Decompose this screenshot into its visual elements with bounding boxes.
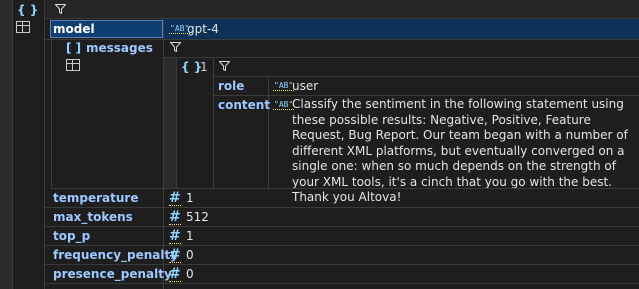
- funnel-filter-icon[interactable]: [55, 4, 66, 14]
- frequency-penalty-value[interactable]: 0: [186, 248, 194, 262]
- role-value[interactable]: user: [292, 79, 318, 93]
- row-divider: [45, 245, 639, 246]
- root-header: [45, 0, 639, 18]
- funnel-filter-icon[interactable]: [170, 42, 181, 52]
- frequency-penalty-key[interactable]: frequency_penalty: [53, 248, 178, 262]
- row-divider: [45, 39, 639, 40]
- messages-left-border: [51, 40, 52, 188]
- top-p-value[interactable]: 1: [186, 229, 194, 243]
- max-tokens-key[interactable]: max_tokens: [53, 210, 133, 224]
- model-value[interactable]: gpt-4: [187, 22, 219, 36]
- content-value[interactable]: Classify the sentiment in the following …: [292, 97, 630, 206]
- row-divider: [45, 264, 639, 265]
- model-key: model: [53, 22, 95, 36]
- model-value-cell[interactable]: [164, 19, 639, 39]
- inner-key-divider: [268, 77, 269, 188]
- funnel-filter-icon[interactable]: [219, 61, 230, 71]
- row-divider: [214, 95, 639, 96]
- messages-key[interactable]: messages: [86, 41, 153, 55]
- presence-penalty-value[interactable]: 0: [186, 267, 194, 281]
- root-object-badge[interactable]: { }: [17, 3, 38, 17]
- role-key[interactable]: role: [218, 79, 244, 93]
- presence-penalty-key[interactable]: presence_penalty: [53, 267, 172, 281]
- number-type-icon: #: [169, 247, 181, 263]
- left-gutter: [0, 0, 12, 289]
- messages-gutter: [164, 58, 176, 188]
- item-index: 1: [200, 60, 208, 74]
- number-type-icon: #: [169, 190, 181, 206]
- number-type-icon: #: [169, 228, 181, 244]
- number-type-icon: #: [169, 209, 181, 225]
- grid-table-icon[interactable]: [16, 21, 30, 33]
- content-key[interactable]: content: [218, 98, 270, 112]
- gutter-divider: [176, 58, 177, 188]
- row-divider: [45, 207, 639, 208]
- row-divider: [164, 57, 639, 58]
- temperature-key[interactable]: temperature: [53, 191, 138, 205]
- item-divider: [213, 58, 214, 188]
- max-tokens-value[interactable]: 512: [186, 210, 209, 224]
- grid-table-icon[interactable]: [66, 59, 80, 71]
- row-divider: [45, 283, 639, 284]
- row-divider: [45, 226, 639, 227]
- array-badge[interactable]: [ ]: [66, 41, 81, 55]
- row-divider: [51, 188, 639, 189]
- top-p-key[interactable]: top_p: [53, 229, 90, 243]
- gutter-divider: [12, 0, 13, 289]
- number-type-icon: #: [169, 266, 181, 282]
- temperature-value[interactable]: 1: [186, 191, 194, 205]
- row-divider: [214, 76, 639, 77]
